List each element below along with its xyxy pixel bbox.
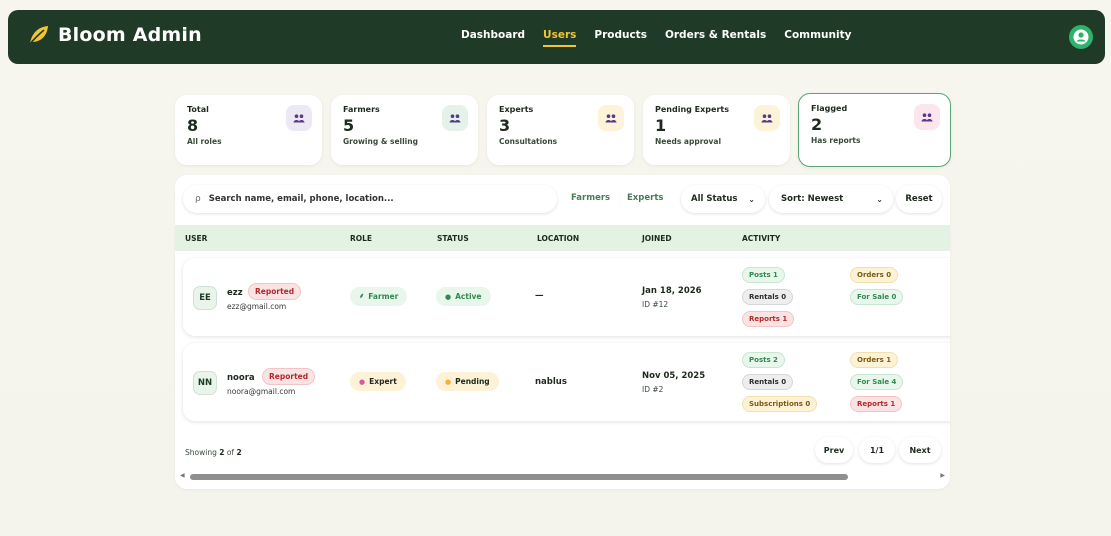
rentals-badge: Rentals 0: [742, 289, 794, 305]
search-input[interactable]: [208, 194, 539, 204]
reports-badge: Reports 1: [742, 311, 795, 327]
col-joined: JOINED: [642, 234, 672, 243]
stat-card-flagged[interactable]: Flagged 2 Has reports: [798, 93, 951, 167]
brand[interactable]: Bloom Admin: [26, 23, 202, 47]
leaf-logo-icon: [28, 26, 48, 46]
user-circle-icon: [1073, 29, 1089, 45]
location: —: [535, 291, 544, 301]
toolbar: ρ Farmers Experts All Status ⌄ Sort: New…: [183, 183, 942, 215]
stat-card-experts[interactable]: Experts 3 Consultations: [487, 95, 634, 165]
table-row[interactable]: EE ezz Reported ezz@gmail.com ⸙ Farmer ●…: [183, 258, 950, 336]
chevron-down-icon: ⌄: [876, 194, 883, 204]
for-sale-badge: For Sale 0: [850, 289, 904, 305]
nav-products[interactable]: Products: [594, 29, 647, 47]
horizontal-scrollbar[interactable]: ◀ ▶: [180, 472, 945, 481]
avatar: EE: [193, 286, 217, 310]
user-email: ezz@gmail.com: [227, 302, 287, 311]
stats-row: Total 8 All roles Farmers 5 Growing & se…: [175, 93, 951, 167]
stat-sub: Growing & selling: [343, 137, 418, 146]
role-chip: ● Expert: [350, 372, 406, 391]
filter-experts-button[interactable]: Experts: [627, 193, 663, 203]
stat-sub: All roles: [187, 137, 222, 146]
showing-count: Showing 2 of 2: [185, 448, 242, 457]
role-label: Expert: [369, 377, 397, 386]
table-row[interactable]: NN noora Reported noora@gmail.com ● Expe…: [183, 343, 950, 421]
col-activity: ACTIVITY: [742, 234, 781, 243]
reported-badge: Reported: [248, 283, 302, 300]
reports-badge: Reports 1: [850, 396, 903, 412]
user-name: ezz: [227, 288, 243, 298]
reported-badge: Reported: [262, 368, 316, 385]
joined-date: Jan 18, 2026: [642, 286, 702, 296]
stat-sub: Has reports: [811, 136, 861, 145]
users-icon: [598, 105, 624, 131]
nav-links: Dashboard Users Products Orders & Rental…: [461, 29, 851, 47]
reset-button[interactable]: Reset: [896, 185, 942, 213]
user-avatar-button[interactable]: [1069, 25, 1093, 49]
showing-total: 2: [236, 448, 242, 457]
user-email: noora@gmail.com: [227, 387, 296, 396]
stat-sub: Needs approval: [655, 137, 722, 146]
orders-badge: Orders 1: [850, 352, 899, 368]
stat-card-pending-experts[interactable]: Pending Experts 1 Needs approval: [643, 95, 790, 165]
nav-orders-rentals[interactable]: Orders & Rentals: [665, 29, 766, 47]
role-label: Farmer: [368, 292, 399, 301]
scrollbar-thumb[interactable]: [190, 474, 848, 480]
table-header: USER ROLE STATUS LOCATION JOINED ACTIVIT…: [175, 225, 950, 251]
sort-select[interactable]: Sort: Newest ⌄: [769, 185, 893, 213]
status-label: Active: [455, 292, 482, 301]
showing-of: of: [224, 448, 237, 457]
status-chip: ● Active: [436, 287, 491, 306]
subscriptions-badge: Subscriptions 0: [742, 396, 818, 412]
stat-card-farmers[interactable]: Farmers 5 Growing & selling: [331, 95, 478, 165]
filter-farmers-button[interactable]: Farmers: [571, 193, 610, 203]
leaf-icon: ⸙: [359, 292, 365, 300]
status-dot-icon: ●: [445, 292, 452, 301]
search-box[interactable]: ρ: [183, 185, 557, 213]
col-role: ROLE: [350, 234, 373, 243]
user-id: ID #12: [642, 300, 669, 309]
status-label: Pending: [455, 377, 490, 386]
nav-dashboard[interactable]: Dashboard: [461, 29, 525, 47]
sort-select-value: Sort: Newest: [781, 194, 844, 204]
status-dot-icon: ●: [445, 377, 452, 386]
status-chip: ● Pending: [436, 372, 499, 391]
next-button[interactable]: Next: [899, 437, 941, 463]
orders-badge: Orders 0: [850, 267, 899, 283]
search-icon: ρ: [195, 194, 201, 204]
top-nav: Bloom Admin Dashboard Users Products Ord…: [8, 10, 1105, 64]
users-icon: [914, 104, 940, 130]
scroll-right-icon[interactable]: ▶: [940, 472, 945, 479]
brand-name: Bloom Admin: [58, 24, 202, 46]
rentals-badge: Rentals 0: [742, 374, 794, 390]
showing-prefix: Showing: [185, 448, 220, 457]
users-icon: [754, 105, 780, 131]
posts-badge: Posts 2: [742, 352, 785, 368]
col-status: STATUS: [437, 234, 469, 243]
users-panel: ρ Farmers Experts All Status ⌄ Sort: New…: [175, 175, 950, 489]
chevron-down-icon: ⌄: [748, 194, 755, 204]
user-name: noora: [227, 373, 255, 383]
stat-sub: Consultations: [499, 137, 558, 146]
prev-button[interactable]: Prev: [815, 437, 853, 463]
scroll-left-icon[interactable]: ◀: [180, 472, 185, 479]
posts-badge: Posts 1: [742, 267, 785, 283]
status-select-value: All Status: [691, 194, 738, 204]
col-user: USER: [185, 234, 208, 243]
expert-icon: ●: [359, 377, 366, 386]
role-chip: ⸙ Farmer: [350, 287, 408, 306]
avatar: NN: [193, 371, 217, 395]
for-sale-badge: For Sale 4: [850, 374, 904, 390]
nav-users[interactable]: Users: [543, 29, 577, 47]
stat-card-total[interactable]: Total 8 All roles: [175, 95, 322, 165]
user-id: ID #2: [642, 385, 664, 394]
col-location: LOCATION: [537, 234, 580, 243]
page-indicator: 1/1: [859, 437, 895, 463]
users-icon: [286, 105, 312, 131]
location: nablus: [535, 377, 567, 387]
nav-community[interactable]: Community: [784, 29, 851, 47]
users-icon: [442, 105, 468, 131]
joined-date: Nov 05, 2025: [642, 371, 706, 381]
status-select[interactable]: All Status ⌄: [681, 185, 765, 213]
